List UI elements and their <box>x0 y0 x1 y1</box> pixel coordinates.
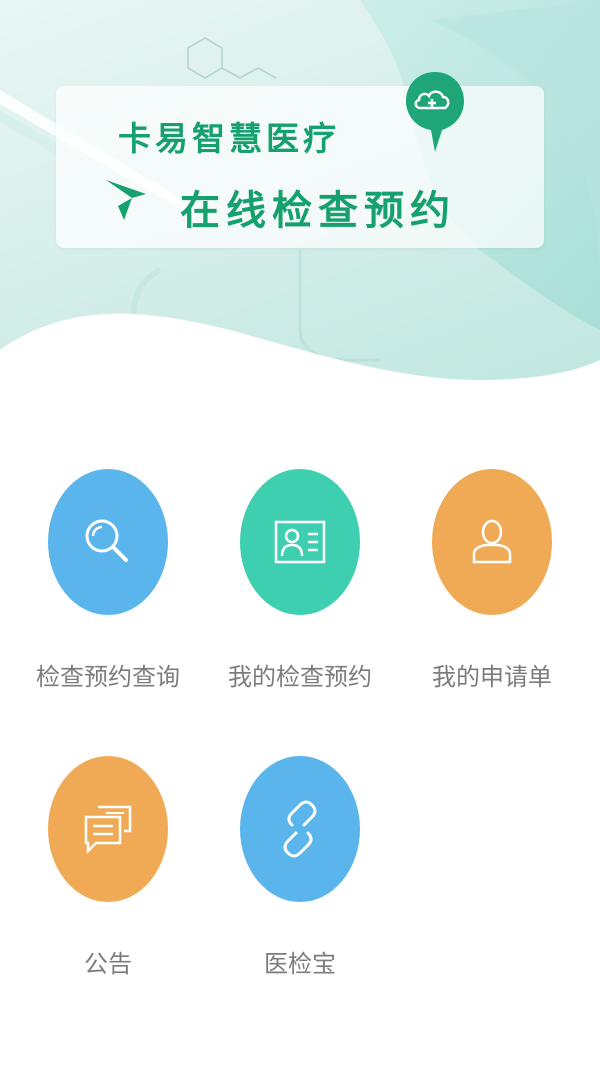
link-icon <box>283 800 317 858</box>
circle-button[interactable] <box>240 756 360 902</box>
menu-label: 检查预约查询 <box>36 663 180 691</box>
circle-button[interactable] <box>48 469 168 615</box>
menu-label: 公告 <box>84 950 132 978</box>
menu-item-my-appointments[interactable]: 我的检查预约 <box>192 469 384 729</box>
menu-item-yijianbao[interactable]: 医检宝 <box>192 756 384 1016</box>
cloud-medical-icon <box>406 72 464 152</box>
banner-subtitle: 在线检查预约 <box>180 188 456 234</box>
circle-button[interactable] <box>432 469 552 615</box>
menu-label: 医检宝 <box>264 950 336 978</box>
menu-item-my-requests[interactable]: 我的申请单 <box>384 469 576 729</box>
menu-item-notices[interactable]: 公告 <box>0 756 192 1016</box>
menu-label: 我的检查预约 <box>228 663 372 691</box>
id-card-icon <box>274 520 326 564</box>
arrow-logo-icon <box>106 180 146 220</box>
user-icon <box>472 519 512 564</box>
header-banner: 卡易智慧医疗 在线检查预约 <box>0 0 600 400</box>
notice-icon <box>84 805 132 855</box>
menu-item-appointment-query[interactable]: 检查预约查询 <box>0 469 192 729</box>
search-icon <box>85 519 128 562</box>
brand-title: 卡易智慧医疗 <box>118 119 340 158</box>
circle-button[interactable] <box>48 756 168 902</box>
menu-label: 我的申请单 <box>432 663 552 691</box>
circle-button[interactable] <box>240 469 360 615</box>
